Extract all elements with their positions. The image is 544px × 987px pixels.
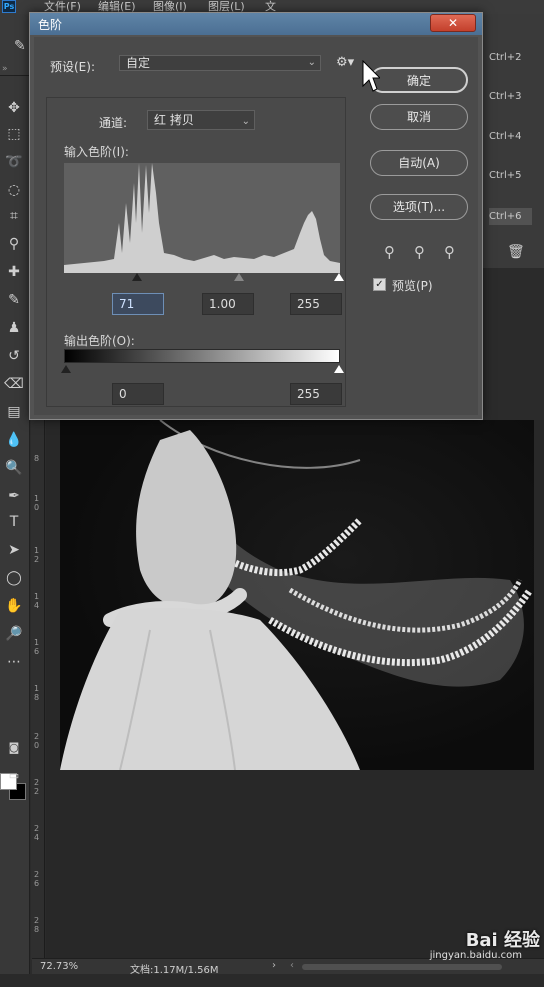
scroll-left-icon[interactable]: ‹ bbox=[290, 960, 294, 971]
hand-tool-icon[interactable]: ✋ bbox=[3, 596, 25, 616]
tools-panel: ✥ ⬚ ➰ ◌ ⌗ ⚲ ✚ ✎ ♟ ↺ ⌫ ▤ 💧 🔍 ✒ T ➤ ◯ ✋ 🔎 … bbox=[0, 76, 30, 987]
trash-icon[interactable]: 🗑 bbox=[507, 244, 525, 260]
auto-button[interactable]: 自动(A) bbox=[370, 150, 468, 176]
histogram-graph bbox=[64, 163, 340, 273]
marquee-tool-icon[interactable]: ⬚ bbox=[3, 124, 25, 144]
mouse-cursor-icon bbox=[362, 60, 380, 92]
cancel-button[interactable]: 取消 bbox=[370, 104, 468, 130]
preset-value: 自定 bbox=[126, 56, 151, 70]
ruler-mark: 1 4 bbox=[34, 592, 40, 610]
crop-tool-icon[interactable]: ⌗ bbox=[3, 206, 25, 226]
ruler-mark: 1 2 bbox=[34, 546, 40, 564]
blur-tool-icon[interactable]: 💧 bbox=[3, 430, 25, 450]
input-slider-track[interactable] bbox=[64, 273, 344, 282]
lasso-tool-icon[interactable]: ➰ bbox=[3, 152, 25, 172]
channel-dropdown[interactable]: 红 拷贝 ⌄ bbox=[147, 110, 255, 130]
ruler-mark: 2 6 bbox=[34, 870, 40, 888]
stamp-tool-icon[interactable]: ♟ bbox=[3, 318, 25, 338]
brush-tool-icon[interactable]: ✎ bbox=[3, 290, 25, 310]
quick-mask-icon[interactable]: ◙ bbox=[3, 738, 25, 758]
output-levels-label: 输出色阶(O): bbox=[64, 334, 135, 348]
ruler-mark: 2 2 bbox=[34, 778, 40, 796]
pen-tool-icon[interactable]: ✒ bbox=[3, 486, 25, 506]
healing-brush-tool-icon[interactable]: ✚ bbox=[3, 262, 25, 282]
preview-checkbox[interactable]: ✓ bbox=[373, 278, 386, 291]
zoom-tool-icon[interactable]: 🔎 bbox=[3, 624, 25, 644]
options-button[interactable]: 选项(T)... bbox=[370, 194, 468, 220]
white-eyedropper-icon[interactable]: ⚲ bbox=[444, 243, 455, 261]
history-shortcut: Ctrl+3 bbox=[489, 91, 522, 102]
watermark-url: jingyan.baidu.com bbox=[429, 950, 522, 961]
quick-select-tool-icon[interactable]: ◌ bbox=[3, 180, 25, 200]
ruler-mark: 1 0 bbox=[34, 494, 40, 512]
channel-value: 红 拷贝 bbox=[154, 113, 194, 127]
dialog-titlebar[interactable]: 色阶 ✕ bbox=[30, 13, 482, 35]
ok-button[interactable]: 确定 bbox=[370, 67, 468, 93]
output-white-field[interactable]: 255 bbox=[290, 383, 342, 405]
move-tool-icon[interactable]: ✥ bbox=[3, 98, 25, 118]
eraser-tool-icon[interactable]: ⌫ bbox=[3, 374, 25, 394]
horizontal-scrollbar[interactable] bbox=[302, 964, 502, 970]
preset-dropdown[interactable]: 自定 ⌄ bbox=[119, 55, 321, 71]
input-levels-label: 输入色阶(I): bbox=[64, 145, 129, 159]
history-shortcut: Ctrl+2 bbox=[489, 52, 522, 63]
input-white-slider[interactable] bbox=[334, 273, 344, 281]
vertical-ruler: 8 1 0 1 2 1 4 1 6 1 8 2 0 2 2 2 4 2 6 2 … bbox=[31, 420, 45, 960]
close-button[interactable]: ✕ bbox=[430, 14, 476, 32]
history-brush-tool-icon[interactable]: ↺ bbox=[3, 346, 25, 366]
chevron-down-icon: ⌄ bbox=[307, 57, 316, 68]
ruler-mark: 8 bbox=[34, 454, 40, 463]
input-white-field[interactable]: 255 bbox=[290, 293, 342, 315]
histogram bbox=[64, 163, 340, 273]
eyedropper-tool-icon[interactable]: ⚲ bbox=[3, 234, 25, 254]
chevron-down-icon: ⌄ bbox=[241, 116, 250, 127]
brush-icon[interactable]: ✎ bbox=[14, 38, 26, 54]
levels-dialog: 色阶 ✕ 预设(E): 自定 ⌄ ⚙▾ 通道: 红 拷贝 ⌄ 输入色阶(I): … bbox=[29, 12, 483, 420]
output-black-field[interactable]: 0 bbox=[112, 383, 164, 405]
dodge-tool-icon[interactable]: 🔍 bbox=[3, 458, 25, 478]
output-slider-track[interactable] bbox=[61, 365, 344, 375]
shape-tool-icon[interactable]: ◯ bbox=[3, 568, 25, 588]
preset-label: 预设(E): bbox=[50, 60, 95, 74]
ruler-mark: 1 6 bbox=[34, 638, 40, 656]
ruler-mark: 2 0 bbox=[34, 732, 40, 750]
channel-label: 通道: bbox=[99, 116, 128, 130]
history-panel: Ctrl+2 Ctrl+3 Ctrl+4 Ctrl+5 Ctrl+6 🗑 bbox=[480, 38, 544, 268]
output-black-slider[interactable] bbox=[61, 365, 71, 373]
more-tools-icon[interactable]: ⋯ bbox=[3, 652, 25, 672]
output-gradient bbox=[64, 349, 340, 363]
ruler-mark: 2 8 bbox=[34, 916, 40, 934]
history-shortcut-active[interactable]: Ctrl+6 bbox=[489, 208, 532, 225]
black-eyedropper-icon[interactable]: ⚲ bbox=[384, 243, 395, 261]
status-menu-arrow-icon[interactable]: › bbox=[272, 960, 276, 971]
close-icon: ✕ bbox=[447, 16, 459, 30]
document-image[interactable] bbox=[60, 420, 534, 770]
gear-icon[interactable]: ⚙▾ bbox=[336, 55, 354, 70]
history-shortcut: Ctrl+5 bbox=[489, 170, 522, 181]
dialog-body: 预设(E): 自定 ⌄ ⚙▾ 通道: 红 拷贝 ⌄ 输入色阶(I): 71 1.… bbox=[34, 37, 478, 415]
screen-mode-icon[interactable]: ▭ bbox=[3, 766, 25, 786]
dialog-title: 色阶 bbox=[38, 18, 63, 32]
input-black-slider[interactable] bbox=[132, 273, 142, 281]
type-tool-icon[interactable]: T bbox=[3, 512, 25, 532]
gradient-tool-icon[interactable]: ▤ bbox=[3, 402, 25, 422]
photoshop-logo: Ps bbox=[2, 0, 16, 13]
bottom-bar bbox=[0, 974, 544, 987]
gray-eyedropper-icon[interactable]: ⚲ bbox=[414, 243, 425, 261]
ruler-mark: 1 8 bbox=[34, 684, 40, 702]
zoom-level[interactable]: 72.73% bbox=[40, 961, 78, 972]
panel-collapse-icon[interactable]: » bbox=[2, 64, 8, 74]
path-select-tool-icon[interactable]: ➤ bbox=[3, 540, 25, 560]
input-black-field[interactable]: 71 bbox=[112, 293, 164, 315]
output-white-slider[interactable] bbox=[334, 365, 344, 373]
baidu-watermark: Bai 经验 bbox=[465, 930, 540, 951]
input-gamma-field[interactable]: 1.00 bbox=[202, 293, 254, 315]
ruler-mark: 2 4 bbox=[34, 824, 40, 842]
history-shortcut: Ctrl+4 bbox=[489, 131, 522, 142]
bride-photo-illustration bbox=[60, 420, 533, 770]
preview-label: 预览(P) bbox=[392, 279, 433, 293]
input-gamma-slider[interactable] bbox=[234, 273, 244, 281]
